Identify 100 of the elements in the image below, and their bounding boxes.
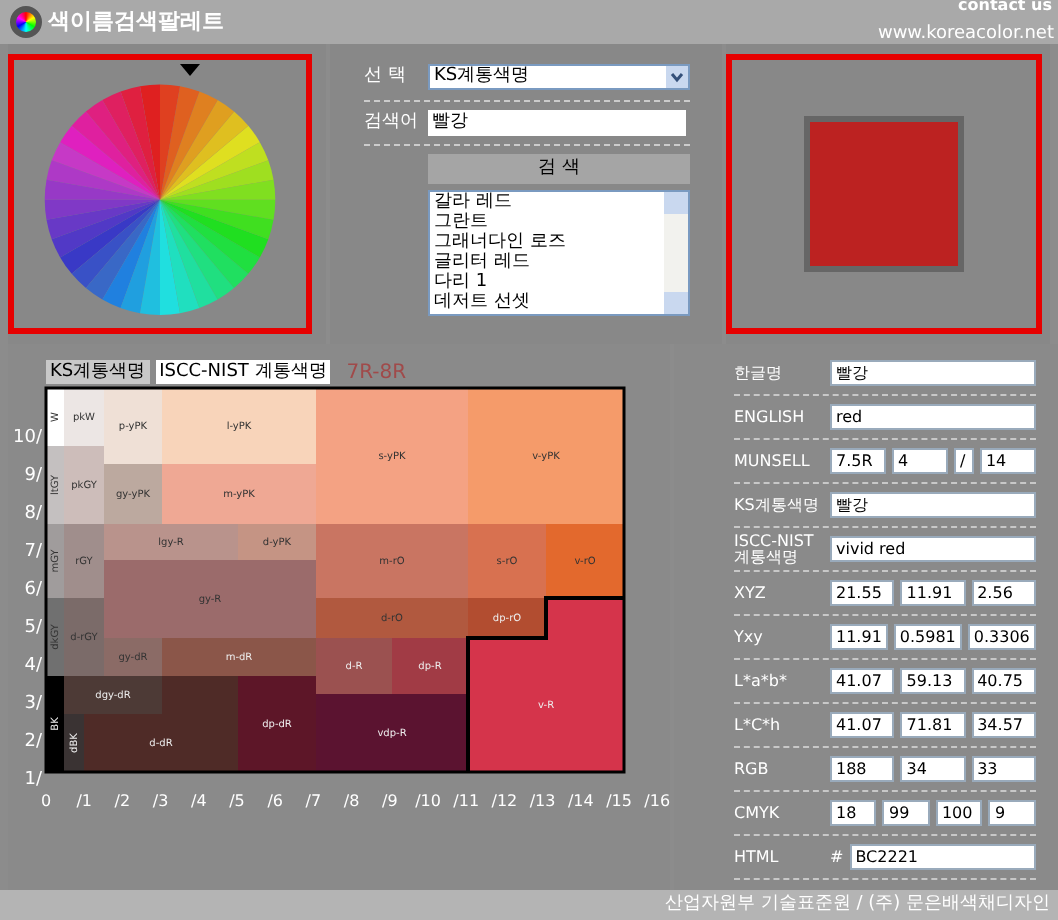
color-block[interactable] [468, 524, 546, 598]
result-item[interactable]: 그래너다인 로즈 [434, 232, 664, 252]
value-field: 0.5981 [893, 624, 962, 650]
x-tick-label: /11 [453, 792, 480, 810]
result-item[interactable]: 갈라 레드 [434, 192, 664, 212]
result-item[interactable]: 글리터 레드 [434, 252, 664, 272]
color-block[interactable] [316, 694, 468, 772]
value-field: 41.07 [830, 668, 895, 694]
value-field: 59.13 [900, 668, 966, 694]
color-block[interactable] [104, 464, 162, 524]
y-tick-label: 4/ [24, 656, 42, 676]
field-label: HTML [734, 849, 781, 865]
y-tick-label: 8/ [24, 504, 42, 524]
color-block[interactable] [392, 638, 468, 694]
color-block[interactable] [162, 388, 316, 464]
value-field: 21.55 [830, 580, 895, 606]
color-block[interactable] [64, 714, 84, 772]
field-label: L*C*h [734, 717, 783, 733]
color-block[interactable] [64, 524, 104, 598]
color-block[interactable] [468, 598, 624, 772]
x-tick-label: 0 [40, 792, 52, 810]
x-tick-label: /6 [267, 792, 283, 810]
value-field: 40.75 [971, 668, 1036, 694]
value-field: 7.5R [830, 448, 886, 474]
color-block[interactable] [468, 388, 624, 524]
y-tick-label: 5/ [24, 618, 42, 638]
value-field: 14 [979, 448, 1036, 474]
hue-range: 7R-8R [346, 359, 407, 387]
field-label: XYZ [734, 585, 768, 601]
value-field: 41.07 [830, 712, 895, 738]
value-field: 188 [830, 756, 895, 782]
value-field: 11.91 [900, 580, 966, 606]
color-block[interactable] [238, 676, 316, 772]
value-field: 71.81 [900, 712, 966, 738]
site-address: www.koreacolor.net [877, 22, 1054, 48]
value-field: 빨강 [830, 492, 1036, 518]
field-label: CMYK [734, 805, 782, 821]
color-block[interactable] [316, 524, 468, 598]
color-block[interactable] [104, 524, 238, 560]
y-tick-label: 9/ [24, 466, 42, 486]
color-block[interactable] [316, 388, 468, 524]
value-field: / [953, 448, 974, 474]
color-block[interactable] [546, 524, 624, 598]
y-tick-label: 2/ [24, 732, 42, 752]
x-tick-label: /14 [567, 792, 594, 810]
field-label: ENGLISH [734, 409, 807, 425]
type-dropdown[interactable]: KS계통색명 [428, 64, 690, 91]
x-tick-label: /3 [152, 792, 169, 810]
result-item[interactable]: 데저트 선셋 [434, 292, 664, 312]
result-item[interactable]: 다리 1 [434, 272, 664, 292]
color-block[interactable] [64, 446, 104, 524]
select-label: 선 택 [364, 64, 408, 90]
value-field: 34 [900, 756, 966, 782]
color-block[interactable] [162, 464, 316, 524]
scrollbar[interactable] [664, 192, 688, 314]
value-field: 2.56 [971, 580, 1036, 606]
chart-tab[interactable]: ISCC-NIST 계통색명 [155, 360, 331, 384]
x-tick-label: /1 [76, 792, 92, 810]
y-tick-label: 10/ [13, 428, 42, 448]
field-label: L*a*b* [734, 673, 789, 689]
color-block[interactable] [64, 598, 104, 676]
y-tick-label: 7/ [24, 542, 42, 562]
x-tick-label: /7 [305, 792, 322, 810]
field-label: KS계통색명 [734, 497, 821, 513]
color-block[interactable] [84, 676, 238, 772]
keyword-label: 검색어 [364, 109, 420, 135]
value-field: BC2221 [849, 844, 1036, 870]
color-block[interactable] [316, 638, 392, 694]
keyword-field[interactable]: 빨강 [428, 109, 686, 136]
results-list[interactable]: 갈라 레드 그란트 그래너다인 로즈 글리터 레드 다리 1 데저트 선셋 [428, 190, 690, 316]
color-block[interactable] [238, 524, 316, 560]
y-tick-label: 1/ [24, 770, 42, 790]
y-tick-label: 3/ [24, 694, 42, 714]
value-field: 99 [882, 800, 930, 826]
field-label: 한글명 [734, 365, 784, 381]
value-field: 9 [988, 800, 1036, 826]
y-tick-label: 6/ [24, 580, 42, 600]
value-field: 빨강 [830, 360, 1036, 386]
x-tick-label: /16 [644, 792, 670, 810]
color-block[interactable] [104, 638, 162, 676]
color-block[interactable] [64, 676, 162, 714]
value-field: 11.91 [830, 624, 888, 650]
x-tick-label: /2 [114, 792, 131, 810]
color-block[interactable] [468, 598, 546, 638]
search-button[interactable]: 검 색 [428, 154, 690, 184]
color-block[interactable] [104, 388, 162, 464]
color-block[interactable] [162, 638, 316, 676]
logo-icon [10, 6, 42, 38]
value-field: 34.57 [971, 712, 1036, 738]
x-tick-label: /5 [229, 792, 245, 810]
app-title: 색이름검색팔레트 [48, 5, 224, 38]
color-block[interactable] [316, 598, 468, 638]
x-tick-label: /15 [606, 792, 632, 810]
marker-icon [180, 64, 200, 76]
chart-tab[interactable]: KS계통색명 [46, 360, 150, 384]
color-block[interactable] [64, 388, 104, 446]
color-block[interactable] [104, 560, 316, 638]
field-label: MUNSELL [734, 453, 812, 469]
result-item[interactable]: 그란트 [434, 212, 664, 232]
hash-sign: # [830, 845, 844, 869]
